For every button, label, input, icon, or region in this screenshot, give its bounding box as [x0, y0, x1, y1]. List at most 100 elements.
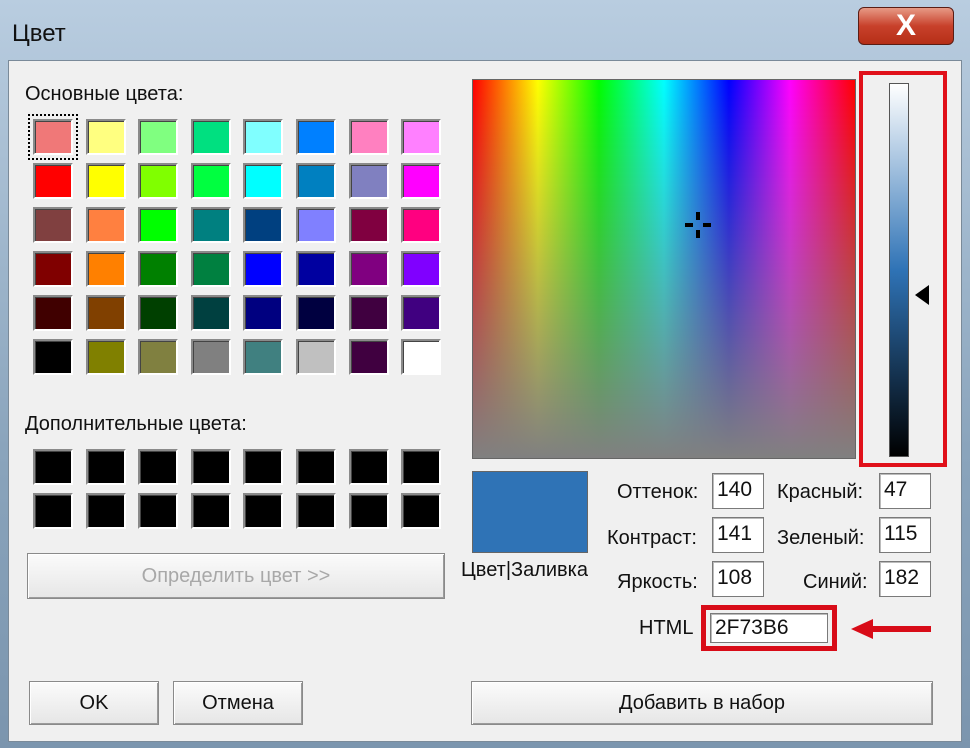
basic-color-swatch[interactable] — [296, 207, 336, 243]
close-button[interactable]: X — [858, 7, 954, 45]
custom-color-swatch[interactable] — [348, 449, 389, 485]
basic-color-swatch[interactable] — [85, 163, 126, 199]
custom-color-swatch[interactable] — [138, 493, 179, 529]
define-color-button[interactable]: Определить цвет >> — [27, 553, 445, 599]
basic-color-swatch[interactable] — [401, 207, 442, 243]
basic-color-swatch[interactable] — [348, 339, 389, 375]
basic-color-swatch[interactable] — [243, 163, 284, 199]
basic-color-swatch[interactable] — [348, 119, 389, 155]
basic-colors-label: Основные цвета: — [25, 83, 184, 105]
blue-label: Синий: — [803, 571, 868, 593]
cancel-label: Отмена — [202, 691, 274, 714]
basic-color-swatch[interactable] — [138, 251, 179, 287]
green-input[interactable]: 115 — [879, 517, 931, 553]
close-icon: X — [895, 9, 916, 42]
html-highlight: 2F73B6 — [701, 605, 837, 651]
basic-color-swatch[interactable] — [348, 295, 389, 331]
basic-color-swatch[interactable] — [138, 295, 179, 331]
basic-color-swatch[interactable] — [296, 163, 336, 199]
basic-color-swatch[interactable] — [243, 207, 284, 243]
red-label: Красный: — [777, 481, 864, 503]
basic-color-swatch[interactable] — [33, 295, 73, 331]
basic-color-swatch[interactable] — [243, 251, 284, 287]
html-input[interactable]: 2F73B6 — [710, 613, 828, 643]
hue-input[interactable]: 140 — [712, 473, 764, 509]
red-arrow-icon — [851, 619, 931, 639]
basic-color-swatch[interactable] — [138, 163, 179, 199]
basic-color-swatch[interactable] — [190, 295, 231, 331]
custom-color-swatch[interactable] — [85, 493, 126, 529]
title-bar[interactable]: Цвет X — [0, 0, 970, 64]
basic-color-swatch[interactable] — [138, 119, 179, 155]
cancel-button[interactable]: Отмена — [173, 681, 303, 725]
saturation-input[interactable]: 141 — [712, 517, 764, 553]
basic-color-swatch[interactable] — [348, 207, 389, 243]
basic-color-swatch[interactable] — [190, 251, 231, 287]
luminance-pointer-icon[interactable] — [915, 285, 929, 305]
basic-color-swatch[interactable] — [28, 114, 78, 160]
custom-color-swatch[interactable] — [85, 449, 126, 485]
basic-color-swatch[interactable] — [138, 207, 179, 243]
custom-color-swatch[interactable] — [401, 493, 442, 529]
basic-color-swatch[interactable] — [296, 251, 336, 287]
add-to-custom-label: Добавить в набор — [619, 691, 785, 714]
basic-color-swatch[interactable] — [190, 163, 231, 199]
luminance-slider[interactable] — [889, 83, 909, 457]
basic-color-swatch[interactable] — [33, 163, 73, 199]
custom-color-swatch[interactable] — [138, 449, 179, 485]
basic-color-swatch[interactable] — [401, 119, 442, 155]
basic-color-swatch[interactable] — [190, 119, 231, 155]
custom-color-swatch[interactable] — [348, 493, 389, 529]
hue-saturation-spectrum[interactable] — [472, 79, 856, 459]
basic-color-swatch[interactable] — [243, 119, 284, 155]
custom-color-swatch[interactable] — [296, 493, 336, 529]
ok-button[interactable]: OK — [29, 681, 159, 725]
luminance-highlight — [859, 71, 947, 467]
basic-color-swatch[interactable] — [401, 163, 442, 199]
custom-color-swatch[interactable] — [33, 493, 73, 529]
luminance-input[interactable]: 108 — [712, 561, 764, 597]
custom-color-swatch[interactable] — [243, 449, 284, 485]
color-dialog: Цвет X Основные цвета: Дополнительные цв… — [0, 0, 970, 748]
luminance-label: Яркость: — [617, 571, 698, 593]
red-input[interactable]: 47 — [879, 473, 931, 509]
basic-color-swatch[interactable] — [401, 339, 442, 375]
basic-color-swatch[interactable] — [190, 339, 231, 375]
custom-colors-label: Дополнительные цвета: — [25, 413, 247, 435]
basic-color-swatch[interactable] — [348, 251, 389, 287]
basic-color-swatch[interactable] — [401, 251, 442, 287]
basic-color-swatch[interactable] — [33, 339, 73, 375]
html-label: HTML — [639, 617, 694, 639]
custom-color-swatch[interactable] — [190, 449, 231, 485]
basic-color-swatch[interactable] — [85, 251, 126, 287]
basic-color-swatch[interactable] — [401, 295, 442, 331]
add-to-custom-button[interactable]: Добавить в набор — [471, 681, 933, 725]
crosshair-icon — [685, 212, 711, 238]
basic-color-swatch[interactable] — [33, 207, 73, 243]
basic-color-swatch[interactable] — [85, 119, 126, 155]
custom-color-swatch[interactable] — [296, 449, 336, 485]
basic-color-swatch[interactable] — [296, 339, 336, 375]
basic-color-swatch[interactable] — [243, 295, 284, 331]
custom-color-swatch[interactable] — [190, 493, 231, 529]
hue-label: Оттенок: — [617, 481, 699, 503]
basic-color-swatch[interactable] — [85, 207, 126, 243]
dialog-body: Основные цвета: Дополнительные цвета: Оп… — [8, 60, 962, 742]
basic-color-swatch[interactable] — [296, 119, 336, 155]
basic-color-swatch[interactable] — [296, 295, 336, 331]
basic-color-swatch[interactable] — [190, 207, 231, 243]
define-color-label: Определить цвет >> — [141, 564, 331, 587]
basic-color-swatch[interactable] — [85, 339, 126, 375]
custom-color-swatch[interactable] — [33, 449, 73, 485]
custom-color-swatch[interactable] — [401, 449, 442, 485]
custom-color-swatch[interactable] — [243, 493, 284, 529]
basic-color-swatch[interactable] — [33, 251, 73, 287]
blue-input[interactable]: 182 — [879, 561, 931, 597]
basic-color-swatch[interactable] — [243, 339, 284, 375]
basic-color-swatch[interactable] — [138, 339, 179, 375]
basic-color-swatch[interactable] — [348, 163, 389, 199]
preview-label: Цвет|Заливка — [461, 559, 588, 581]
saturation-label: Контраст: — [607, 527, 697, 549]
basic-color-swatch[interactable] — [85, 295, 126, 331]
ok-label: OK — [79, 691, 109, 714]
